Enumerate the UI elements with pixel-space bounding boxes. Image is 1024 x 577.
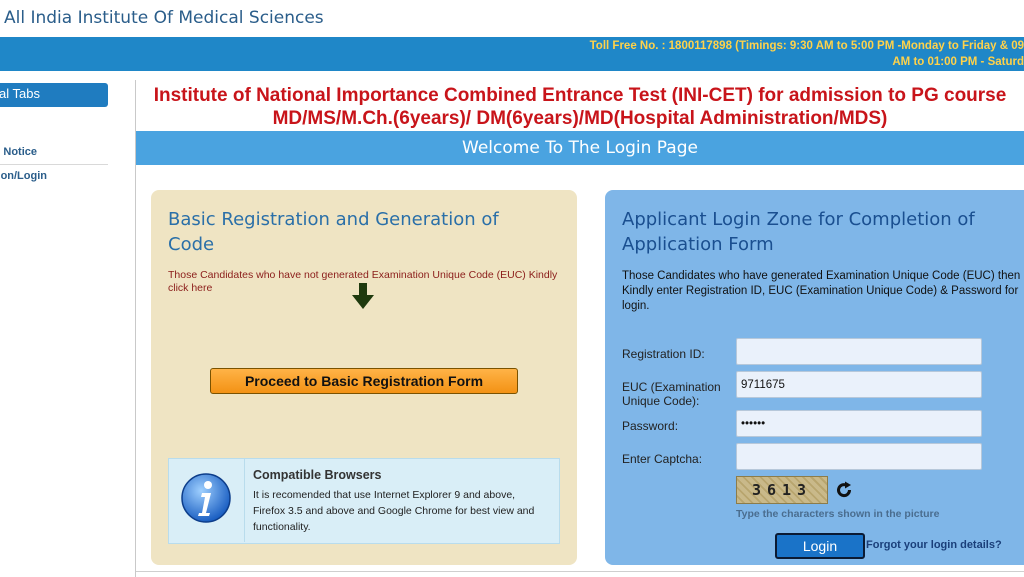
euc-field[interactable]	[736, 371, 982, 398]
password-field[interactable]	[736, 410, 982, 437]
site-title: All India Institute Of Medical Sciences	[4, 8, 324, 28]
captcha-hint: Type the characters shown in the picture	[736, 508, 940, 520]
registration-id-label: Registration ID:	[622, 347, 705, 361]
sidebar-tab-label: al Tabs	[0, 86, 40, 101]
captcha-label: Enter Captcha:	[622, 452, 703, 466]
sidebar-item-notice[interactable]: Notice	[0, 142, 108, 165]
welcome-banner: Welcome To The Login Page	[136, 131, 1024, 165]
sidebar-tab[interactable]: al Tabs	[0, 83, 108, 107]
euc-label: EUC (Examination Unique Code):	[622, 380, 721, 408]
password-label: Password:	[622, 419, 679, 433]
captcha-field[interactable]	[736, 443, 982, 470]
proceed-registration-button[interactable]: Proceed to Basic Registration Form	[210, 368, 518, 394]
sidebar-item-label: on/Login	[0, 170, 47, 182]
compatible-browsers-title: Compatible Browsers	[253, 468, 382, 482]
page-title: Institute of National Importance Combine…	[136, 84, 1024, 130]
login-title: Applicant Login Zone for Completion of A…	[622, 209, 975, 255]
login-note: Those Candidates who have generated Exam…	[622, 270, 1021, 312]
info-icon	[180, 472, 232, 529]
forgot-login-link[interactable]: Forgot your login details?	[866, 539, 1002, 551]
bottom-divider	[136, 571, 1024, 572]
arrow-down-icon	[352, 283, 374, 314]
registration-title: Basic Registration and Generation of Cod…	[168, 209, 499, 255]
captcha-image: 3613	[736, 476, 828, 504]
refresh-icon[interactable]	[834, 480, 854, 505]
compatible-browsers-text: It is recomended that use Internet Explo…	[253, 489, 535, 533]
page-title-line-1: Institute of National Importance Combine…	[153, 85, 1007, 106]
browser-box-divider	[244, 459, 245, 542]
registration-id-field[interactable]	[736, 338, 982, 365]
sidebar-item-label: Notice	[3, 146, 37, 158]
login-button[interactable]: Login	[775, 533, 865, 559]
toll-free-line-2: AM to 01:00 PM - Saturd	[892, 56, 1024, 68]
sidebar-item-login[interactable]: on/Login	[0, 166, 108, 188]
toll-free-line-1: Toll Free No. : 1800117898 (Timings: 9:3…	[589, 40, 1024, 52]
page-title-line-2: MD/MS/M.Ch.(6years)/ DM(6years)/MD(Hospi…	[272, 108, 888, 129]
